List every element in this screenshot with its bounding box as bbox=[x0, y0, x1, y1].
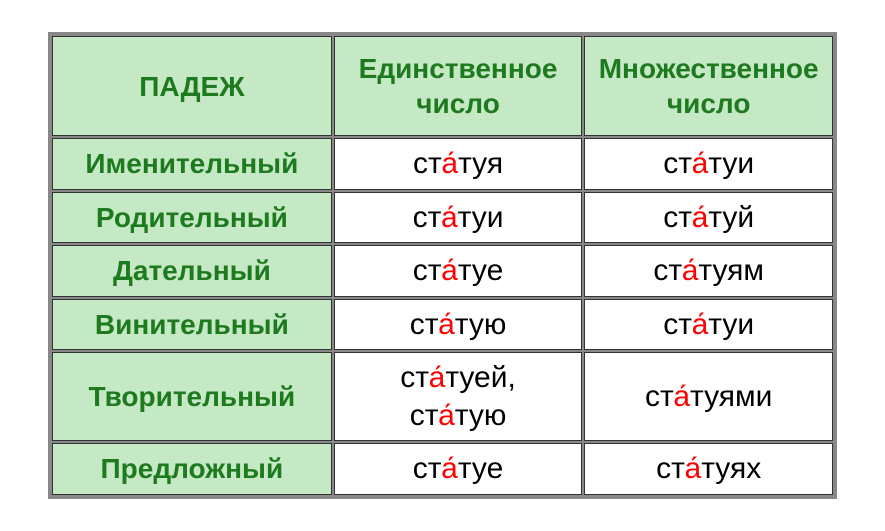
singular-form: ста́туи bbox=[334, 192, 583, 244]
table-row: Творительныйста́туей,ста́туюста́туями bbox=[52, 352, 833, 441]
table-body: Именительныйста́туяста́туиРодительныйста… bbox=[52, 138, 833, 495]
header-plural: Множественное число bbox=[584, 36, 833, 136]
plural-form: ста́туях bbox=[584, 443, 833, 495]
header-plural-line1: Множественное bbox=[599, 53, 819, 84]
plural-form: ста́туями bbox=[584, 352, 833, 441]
singular-form: ста́туей,ста́тую bbox=[334, 352, 583, 441]
table-header-row: ПАДЕЖ Единственное число Множественное ч… bbox=[52, 36, 833, 136]
table-row: Предложныйста́туеста́туях bbox=[52, 443, 833, 495]
header-plural-line2: число bbox=[667, 88, 751, 119]
table-row: Родительныйста́туиста́туй bbox=[52, 192, 833, 244]
case-label: Винительный bbox=[52, 299, 332, 351]
case-label: Родительный bbox=[52, 192, 332, 244]
plural-form: ста́туй bbox=[584, 192, 833, 244]
case-label: Дательный bbox=[52, 245, 332, 297]
singular-form: ста́туя bbox=[334, 138, 583, 190]
case-label: Предложный bbox=[52, 443, 332, 495]
singular-form: ста́тую bbox=[334, 299, 583, 351]
declension-table: ПАДЕЖ Единственное число Множественное ч… bbox=[48, 32, 837, 499]
plural-form: ста́туям bbox=[584, 245, 833, 297]
header-singular-line1: Единственное bbox=[359, 53, 558, 84]
table-row: Винительныйста́туюста́туи bbox=[52, 299, 833, 351]
header-singular-line2: число bbox=[416, 88, 500, 119]
table-row: Именительныйста́туяста́туи bbox=[52, 138, 833, 190]
singular-form: ста́туе bbox=[334, 245, 583, 297]
singular-form: ста́туе bbox=[334, 443, 583, 495]
table-row: Дательныйста́туеста́туям bbox=[52, 245, 833, 297]
plural-form: ста́туи bbox=[584, 138, 833, 190]
case-label: Именительный bbox=[52, 138, 332, 190]
header-case: ПАДЕЖ bbox=[52, 36, 332, 136]
case-label: Творительный bbox=[52, 352, 332, 441]
plural-form: ста́туи bbox=[584, 299, 833, 351]
header-singular: Единственное число bbox=[334, 36, 583, 136]
